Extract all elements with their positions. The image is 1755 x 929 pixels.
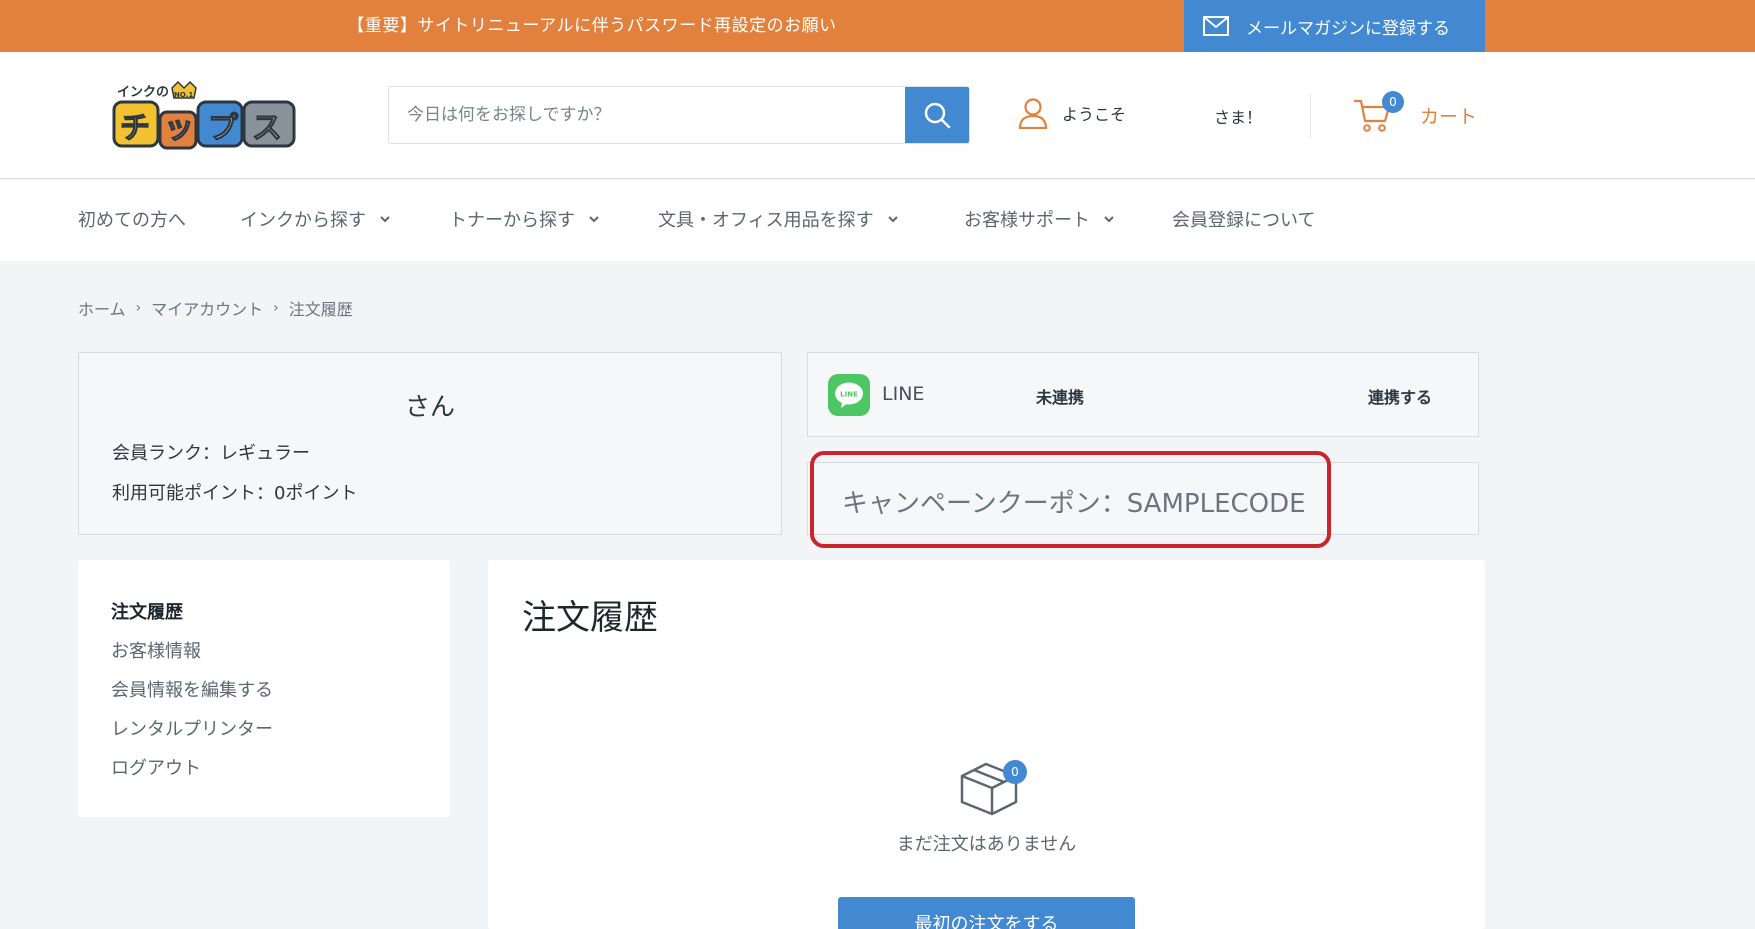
logo-badge-text: NO.1	[174, 91, 193, 99]
nav-item-label: 文具・オフィス用品を探す	[658, 210, 874, 231]
breadcrumb-separator-icon: ›	[273, 300, 279, 316]
search-icon	[924, 102, 951, 129]
cart-link[interactable]: 0 カート	[1353, 90, 1478, 140]
nav-item-label: 会員登録について	[1172, 210, 1316, 231]
nav-item-ink[interactable]: インクから探す	[240, 180, 390, 261]
breadcrumb-home[interactable]: ホーム	[78, 296, 126, 320]
breadcrumb-my-account[interactable]: マイアカウント	[151, 296, 263, 320]
chevron-down-icon	[1104, 216, 1114, 223]
nav-item-label: お客様サポート	[964, 210, 1090, 231]
sidebar-item-rental-printer[interactable]: レンタルプリンター	[111, 715, 273, 741]
nav-item-stationery[interactable]: 文具・オフィス用品を探す	[658, 180, 898, 261]
line-connect-link[interactable]: 連携する	[1368, 384, 1432, 408]
newsletter-signup-button[interactable]: メールマガジンに登録する	[1184, 0, 1485, 52]
logo-main-text: チップス	[120, 111, 296, 146]
account-summary-card: さん 会員ランク：レギュラー 利用可能ポイント：0ポイント	[78, 352, 782, 535]
nav-item-label: 初めての方へ	[78, 210, 186, 231]
site-logo[interactable]: インクの NO.1 チップス	[112, 80, 302, 152]
line-app-icon: LINE	[828, 374, 870, 416]
cart-count-badge: 0	[1382, 91, 1404, 113]
line-status: 未連携	[1036, 388, 1085, 407]
nav-item-membership[interactable]: 会員登録について	[1172, 180, 1315, 261]
order-history-panel: 注文履歴 0 まだ注文はありません 最初の注文をする	[488, 560, 1485, 929]
member-rank: 会員ランク：レギュラー	[112, 443, 310, 464]
search-button[interactable]	[905, 87, 969, 143]
line-link-card: LINE LINE 未連携 連携する	[807, 352, 1479, 437]
line-icon-text: LINE	[840, 391, 858, 399]
line-label: LINE	[882, 383, 925, 405]
breadcrumb-current: 注文履歴	[288, 300, 353, 319]
logo-small-text: インクの	[117, 85, 169, 100]
nav-item-label: トナーから探す	[449, 210, 575, 231]
sidebar-item-logout[interactable]: ログアウト	[111, 754, 201, 780]
mail-icon	[1203, 16, 1229, 36]
coupon-highlight-outline	[810, 451, 1331, 548]
cart-icon-wrap: 0	[1353, 91, 1404, 133]
cart-label: カート	[1420, 105, 1478, 128]
search-input[interactable]	[389, 87, 905, 143]
available-points: 利用可能ポイント：0ポイント	[112, 483, 358, 504]
account-link[interactable]: ようこそ	[1018, 88, 1126, 138]
main-nav: 初めての方へ インクから探す トナーから探す 文具・オフィス用品を探す お客様サ…	[0, 180, 1755, 261]
search-bar	[388, 86, 970, 144]
honorific-text: さま！	[1214, 108, 1263, 127]
nav-item-toner[interactable]: トナーから探す	[449, 180, 599, 261]
user-icon	[1018, 98, 1048, 129]
breadcrumb: ホーム › マイアカウント › 注文履歴	[78, 296, 353, 320]
breadcrumb-separator-icon: ›	[135, 300, 142, 316]
header-divider	[1310, 94, 1311, 138]
empty-orders-message: まだ注文はありません	[896, 834, 1077, 855]
nav-item-label: インクから探す	[240, 210, 366, 231]
sidebar-item-order-history[interactable]: 注文履歴	[111, 598, 183, 624]
announcement-text[interactable]: 【重要】サイトリニューアルに伴うパスワード再設定のお願い	[0, 0, 1184, 52]
customer-name: さん	[404, 392, 455, 421]
welcome-text: ようこそ	[1062, 105, 1127, 124]
sidebar-item-customer-info[interactable]: お客様情報	[111, 637, 201, 663]
chevron-down-icon	[380, 216, 390, 223]
site-header: インクの NO.1 チップス ようこそ さま！	[0, 52, 1755, 179]
announcement-bar: 【重要】サイトリニューアルに伴うパスワード再設定のお願い メールマガジンに登録す…	[0, 0, 1755, 52]
page-title: 注文履歴	[522, 598, 658, 638]
nav-item-first-time[interactable]: 初めての方へ	[78, 180, 186, 261]
chevron-down-icon	[589, 216, 599, 223]
chevron-down-icon	[887, 216, 898, 223]
sidebar-item-edit-member-info[interactable]: 会員情報を編集する	[111, 676, 273, 702]
account-sidebar: 注文履歴 お客様情報 会員情報を編集する レンタルプリンター ログアウト	[78, 560, 450, 817]
order-count-badge: 0	[1003, 760, 1027, 784]
first-order-button[interactable]: 最初の注文をする	[838, 897, 1135, 929]
newsletter-label: メールマガジンに登録する	[1246, 18, 1450, 39]
nav-item-support[interactable]: お客様サポート	[964, 180, 1114, 261]
